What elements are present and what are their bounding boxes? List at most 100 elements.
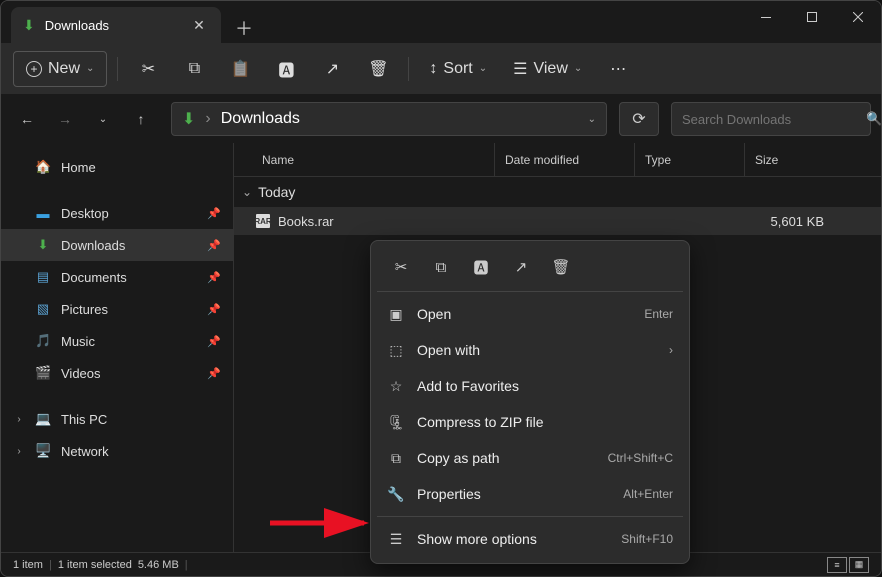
paste-button[interactable]: 📋 <box>220 51 260 87</box>
context-label: Add to Favorites <box>417 378 519 394</box>
documents-icon: ▤ <box>35 269 51 285</box>
new-button[interactable]: + New ⌄ <box>13 51 107 87</box>
cut-button[interactable]: ✂ <box>128 51 168 87</box>
more-icon: ⋯ <box>610 59 626 79</box>
context-compress[interactable]: 🗜 Compress to ZIP file <box>377 404 683 440</box>
sidebar-item-desktop[interactable]: ▬ Desktop 📌 <box>1 197 233 229</box>
view-icon: ☰ <box>513 59 527 79</box>
column-type[interactable]: Type <box>634 143 744 176</box>
details-view-button[interactable]: ≡ <box>827 557 847 573</box>
copy-icon: ⧉ <box>189 60 200 78</box>
chevron-down-icon[interactable]: ⌄ <box>588 114 596 125</box>
copy-button[interactable]: ⧉ <box>174 51 214 87</box>
sidebar-item-downloads[interactable]: ⬇ Downloads 📌 <box>1 229 233 261</box>
separator <box>377 291 683 292</box>
sidebar-item-home[interactable]: 🏠 Home <box>1 151 233 183</box>
chevron-right-icon[interactable]: › <box>13 446 25 457</box>
window-controls <box>743 1 881 33</box>
file-row[interactable]: RAR Books.rar 5,601 KB <box>234 207 881 235</box>
tab-downloads[interactable]: ⬇ Downloads ✕ <box>11 7 221 43</box>
breadcrumb-item[interactable]: Downloads <box>221 110 300 128</box>
pin-icon: 📌 <box>207 303 221 316</box>
sidebar-item-label: Documents <box>61 270 127 285</box>
share-button[interactable]: ↗ <box>312 51 352 87</box>
forward-button[interactable]: → <box>49 103 81 135</box>
copy-button[interactable]: ⧉ <box>423 251 459 283</box>
more-button[interactable]: ⋯ <box>598 51 638 87</box>
sidebar-item-videos[interactable]: 🎬 Videos 📌 <box>1 357 233 389</box>
sidebar-item-documents[interactable]: ▤ Documents 📌 <box>1 261 233 293</box>
paste-icon: 📋 <box>230 59 250 79</box>
separator <box>408 57 409 81</box>
address-bar[interactable]: ⬇ › Downloads ⌄ <box>171 102 607 136</box>
context-properties[interactable]: 🔧 Properties Alt+Enter <box>377 476 683 512</box>
rename-button[interactable]: 🅰 <box>463 251 499 283</box>
column-name[interactable]: Name <box>234 153 494 167</box>
new-tab-button[interactable]: ＋ <box>235 15 253 41</box>
close-tab-button[interactable]: ✕ <box>189 17 209 34</box>
view-button[interactable]: ☰ View ⌄ <box>503 51 592 87</box>
file-size: 5,601 KB <box>744 214 834 229</box>
context-copy-path[interactable]: ⧉ Copy as path Ctrl+Shift+C <box>377 440 683 476</box>
chevron-right-icon: › <box>669 343 673 357</box>
context-open[interactable]: ▣ Open Enter <box>377 296 683 332</box>
rename-button[interactable]: 🅰 <box>266 51 306 87</box>
sidebar-item-this-pc[interactable]: › 💻 This PC <box>1 403 233 435</box>
sidebar-item-network[interactable]: ›🖥️ Network <box>1 435 233 467</box>
videos-icon: 🎬 <box>35 365 51 381</box>
close-window-button[interactable] <box>835 1 881 33</box>
recent-button[interactable]: ⌄ <box>87 103 119 135</box>
up-button[interactable]: ↑ <box>125 103 157 135</box>
search-box[interactable]: 🔍 <box>671 102 871 136</box>
cut-button[interactable]: ✂ <box>383 251 419 283</box>
sidebar-item-music[interactable]: 🎵 Music 📌 <box>1 325 233 357</box>
rar-file-icon: RAR <box>256 214 270 228</box>
sort-button[interactable]: ↕ Sort ⌄ <box>419 51 497 87</box>
column-date[interactable]: Date modified <box>494 143 634 176</box>
sidebar-item-label: Pictures <box>61 302 108 317</box>
context-label: Open with <box>417 342 480 358</box>
share-button[interactable]: ↗ <box>503 251 539 283</box>
search-input[interactable] <box>682 112 858 127</box>
chevron-right-icon[interactable]: › <box>13 414 25 425</box>
plus-icon: + <box>26 61 42 77</box>
maximize-button[interactable] <box>789 1 835 33</box>
column-headers: Name Date modified Type Size <box>234 143 881 177</box>
desktop-icon: ▬ <box>35 206 51 221</box>
pin-icon: 📌 <box>207 271 221 284</box>
star-icon: ☆ <box>387 378 405 395</box>
refresh-button[interactable]: ⟳ <box>619 102 659 136</box>
group-header[interactable]: ⌄ Today <box>234 177 881 207</box>
separator <box>117 57 118 81</box>
network-icon: 🖥️ <box>35 443 51 459</box>
context-show-more[interactable]: ☰ Show more options Shift+F10 <box>377 521 683 557</box>
context-open-with[interactable]: ⬚ Open with › <box>377 332 683 368</box>
share-icon: ↗ <box>326 59 339 79</box>
separator <box>377 516 683 517</box>
sidebar-item-label: Music <box>61 334 95 349</box>
back-button[interactable]: ← <box>11 103 43 135</box>
pc-icon: 💻 <box>35 411 51 427</box>
delete-button[interactable]: 🗑 <box>543 251 579 283</box>
minimize-button[interactable] <box>743 1 789 33</box>
thumbnails-view-button[interactable]: ▦ <box>849 557 869 573</box>
pin-icon: 📌 <box>207 239 221 252</box>
home-icon: 🏠 <box>35 159 51 175</box>
sidebar-item-pictures[interactable]: ▧ Pictures 📌 <box>1 293 233 325</box>
shortcut: Ctrl+Shift+C <box>608 451 673 465</box>
context-label: Open <box>417 306 451 322</box>
shortcut: Shift+F10 <box>621 532 673 546</box>
path-icon: ⧉ <box>387 450 405 467</box>
column-size[interactable]: Size <box>744 143 834 176</box>
sidebar-item-label: This PC <box>61 412 107 427</box>
sort-icon: ↕ <box>429 60 437 78</box>
download-icon: ⬇ <box>35 237 51 253</box>
status-size: 5.46 MB <box>138 559 179 571</box>
nav-row: ← → ⌄ ↑ ⬇ › Downloads ⌄ ⟳ 🔍 <box>1 95 881 143</box>
toolbar: + New ⌄ ✂ ⧉ 📋 🅰 ↗ 🗑 ↕ Sort ⌄ ☰ View ⌄ ⋯ <box>1 43 881 95</box>
context-favorites[interactable]: ☆ Add to Favorites <box>377 368 683 404</box>
trash-icon: 🗑 <box>551 258 570 276</box>
pin-icon: 📌 <box>207 335 221 348</box>
delete-button[interactable]: 🗑 <box>358 51 398 87</box>
sidebar-item-label: Videos <box>61 366 101 381</box>
